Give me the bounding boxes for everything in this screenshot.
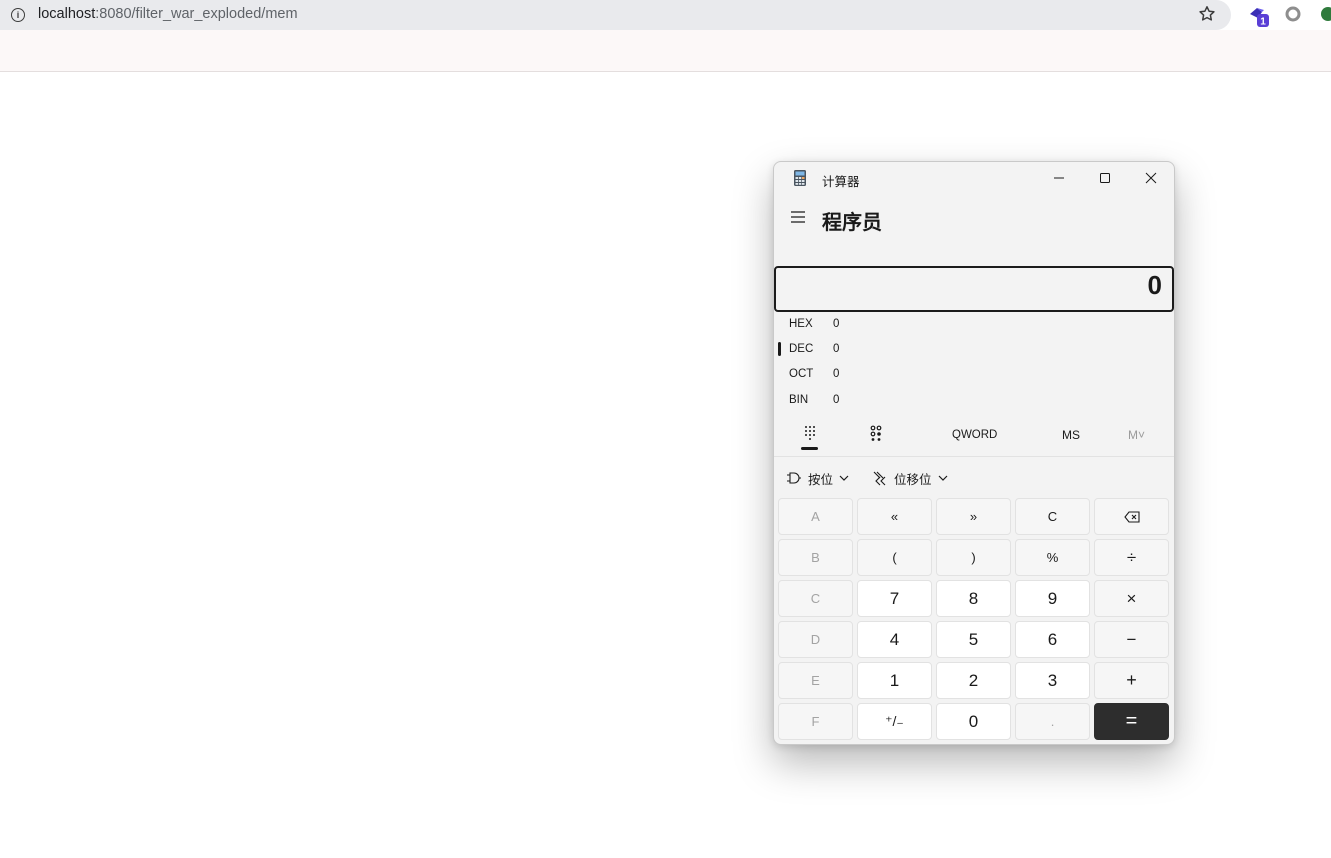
bit-shift-dropdown[interactable]: 位移位 (872, 468, 948, 488)
radix-value: 0 (833, 343, 840, 355)
key-4[interactable]: 4 (857, 621, 932, 658)
url-text[interactable]: localhost:8080/filter_war_exploded/mem (38, 6, 298, 22)
key-3[interactable]: 3 (1015, 662, 1090, 699)
key-percent[interactable]: % (1015, 539, 1090, 576)
selected-radix-indicator (778, 342, 781, 356)
url-path: :8080/filter_war_exploded/mem (95, 6, 298, 22)
key-decimal[interactable]: . (1015, 703, 1090, 740)
info-icon[interactable]: i (11, 8, 25, 22)
key-negate[interactable]: ⁺/₋ (857, 703, 932, 740)
maximize-icon (1100, 173, 1110, 183)
minimize-button[interactable] (1036, 162, 1082, 194)
bitwise-label: 按位 (808, 472, 834, 487)
chevron-down-icon (839, 475, 849, 481)
active-tab-indicator (801, 447, 818, 450)
key-open-paren[interactable]: ( (857, 539, 932, 576)
profile-circle-icon[interactable] (1285, 6, 1301, 22)
radix-label: DEC (789, 343, 814, 355)
radix-row-bin[interactable]: BIN 0 (774, 390, 1174, 414)
key-backspace[interactable] (1094, 498, 1169, 535)
extension-icon[interactable]: 1 (1247, 4, 1271, 28)
key-2[interactable]: 2 (936, 662, 1011, 699)
bookmarks-bar (0, 30, 1331, 72)
key-d[interactable]: D (778, 621, 853, 658)
url-field[interactable]: i localhost:8080/filter_war_exploded/mem (0, 0, 1231, 30)
key-6[interactable]: 6 (1015, 621, 1090, 658)
maximize-button[interactable] (1082, 162, 1128, 194)
key-close-paren[interactable]: ) (936, 539, 1011, 576)
radix-row-oct[interactable]: OCT 0 (774, 364, 1174, 388)
key-7[interactable]: 7 (857, 580, 932, 617)
key-e[interactable]: E (778, 662, 853, 699)
extension-badge: 1 (1260, 17, 1266, 28)
backspace-icon (1123, 510, 1140, 523)
key-shift-right[interactable]: » (936, 498, 1011, 535)
radix-value: 0 (833, 394, 840, 406)
bit-shift-label: 位移位 (894, 472, 932, 487)
close-button[interactable] (1128, 162, 1174, 194)
key-b[interactable]: B (778, 539, 853, 576)
key-subtract[interactable]: − (1094, 621, 1169, 658)
key-9[interactable]: 9 (1015, 580, 1090, 617)
calculator-app-icon (794, 170, 806, 186)
full-keypad-icon[interactable] (800, 424, 820, 442)
key-equals[interactable]: = (1094, 703, 1169, 740)
extension-green-icon[interactable] (1320, 6, 1331, 22)
bit-shift-icon (873, 471, 886, 486)
key-f[interactable]: F (778, 703, 853, 740)
key-shift-left[interactable]: « (857, 498, 932, 535)
radix-row-hex[interactable]: HEX 0 (774, 314, 1174, 338)
key-a[interactable]: A (778, 498, 853, 535)
bitwise-dropdown[interactable]: 按位 (786, 468, 849, 488)
key-1[interactable]: 1 (857, 662, 932, 699)
title-bar[interactable]: 计算器 (774, 162, 1174, 194)
window-title: 计算器 (822, 175, 860, 189)
memory-recall-button[interactable]: M˅ (1128, 428, 1145, 442)
calculator-window: 计算器 程序员 0 HEX 0 DEC 0 OCT 0 BIN 0 QWORD … (773, 161, 1175, 745)
bit-toggle-keypad-icon[interactable] (868, 424, 884, 442)
key-multiply[interactable]: × (1094, 580, 1169, 617)
close-icon (1145, 172, 1157, 184)
mode-title: 程序员 (822, 212, 882, 234)
display-value: 0 (1147, 270, 1162, 300)
url-host: localhost (38, 6, 96, 22)
radix-label: HEX (789, 318, 813, 330)
memory-store-button[interactable]: MS (1062, 428, 1080, 442)
hamburger-menu-icon[interactable] (788, 207, 808, 227)
radix-row-dec[interactable]: DEC 0 (774, 339, 1174, 363)
key-0[interactable]: 0 (936, 703, 1011, 740)
radix-value: 0 (833, 318, 840, 330)
address-bar: i localhost:8080/filter_war_exploded/mem… (0, 0, 1331, 30)
key-clear[interactable]: C (1015, 498, 1090, 535)
keypad: A « » C B ( ) % ÷ C 7 8 9 × D 4 5 6 − E … (778, 498, 1170, 742)
input-mode-tabs: QWORD MS M˅ (774, 420, 1174, 457)
key-5[interactable]: 5 (936, 621, 1011, 658)
result-display: 0 (774, 266, 1174, 312)
bookmark-star-icon[interactable] (1198, 5, 1216, 23)
logic-gate-icon (787, 472, 801, 484)
minimize-icon (1054, 177, 1064, 179)
radix-value: 0 (833, 368, 840, 380)
chevron-down-icon (938, 475, 947, 481)
radix-label: OCT (789, 368, 814, 380)
key-c-hex[interactable]: C (778, 580, 853, 617)
key-divide[interactable]: ÷ (1094, 539, 1169, 576)
word-size-button[interactable]: QWORD (952, 429, 997, 441)
key-8[interactable]: 8 (936, 580, 1011, 617)
key-add[interactable]: + (1094, 662, 1169, 699)
radix-label: BIN (789, 394, 809, 406)
